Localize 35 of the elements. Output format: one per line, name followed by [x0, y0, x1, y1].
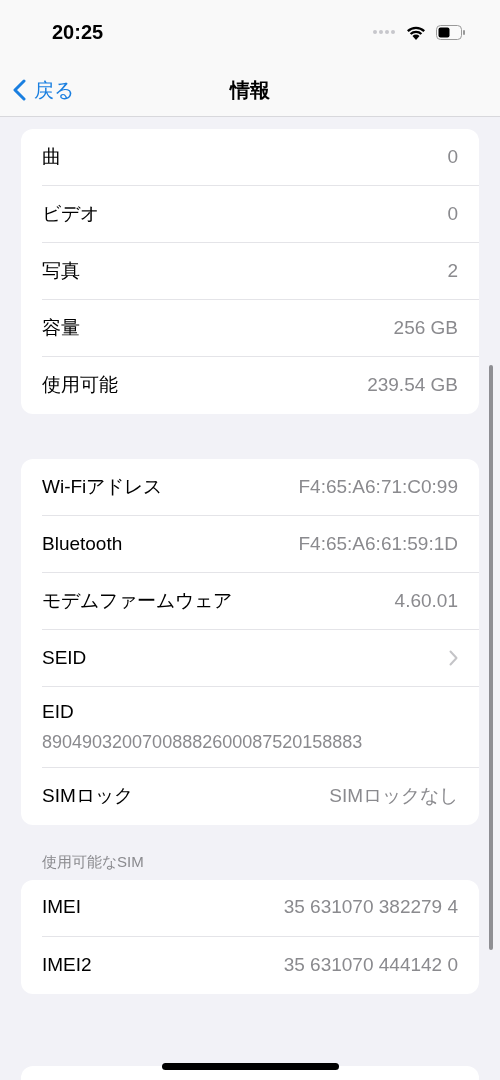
disclosure-row[interactable]: SEID	[42, 630, 479, 687]
signal-icon	[372, 29, 396, 35]
chevron-right-icon	[449, 650, 458, 666]
row-value: 0	[447, 201, 458, 226]
row-label: Wi-Fiアドレス	[42, 474, 163, 499]
row-label: IMEI	[42, 895, 82, 920]
section-header: 使用可能なSIM	[41, 852, 145, 872]
row-label: モデムファームウェア	[42, 588, 232, 613]
row-value: SIMロックなし	[329, 784, 458, 809]
row-label: 曲	[42, 144, 61, 169]
page-title: 情報	[230, 78, 270, 103]
chevron-left-icon	[12, 79, 26, 101]
row-label: ビデオ	[42, 201, 99, 226]
row-label: 写真	[42, 258, 80, 283]
row-label: EID	[42, 700, 75, 725]
row-value: 35 631070 382279 4	[283, 895, 458, 920]
row-value: 89049032007008882600087520158883	[42, 730, 364, 754]
status-time: 20:25	[52, 20, 104, 45]
row-value: F4:65:A6:61:59:1D	[298, 531, 458, 556]
row-value: 239.54 GB	[367, 373, 458, 398]
row-label: SIMロック	[42, 784, 133, 809]
row-label: 使用可能	[42, 373, 118, 398]
row-value: 0	[447, 144, 458, 169]
row-value: 4.60.01	[394, 588, 458, 613]
row-label: Bluetooth	[42, 531, 123, 556]
wifi-icon	[406, 24, 426, 40]
row-value: 256 GB	[393, 315, 458, 340]
row-value: F4:65:A6:71:C0:99	[298, 474, 458, 499]
back-button[interactable]: 戻る	[0, 75, 74, 105]
row-value: 35 631070 444142 0	[283, 952, 458, 977]
row-label: IMEI2	[42, 952, 92, 977]
battery-icon	[436, 24, 466, 40]
row-label: 容量	[42, 315, 80, 340]
row-value: 2	[447, 258, 458, 283]
row-label: SEID	[42, 645, 87, 670]
